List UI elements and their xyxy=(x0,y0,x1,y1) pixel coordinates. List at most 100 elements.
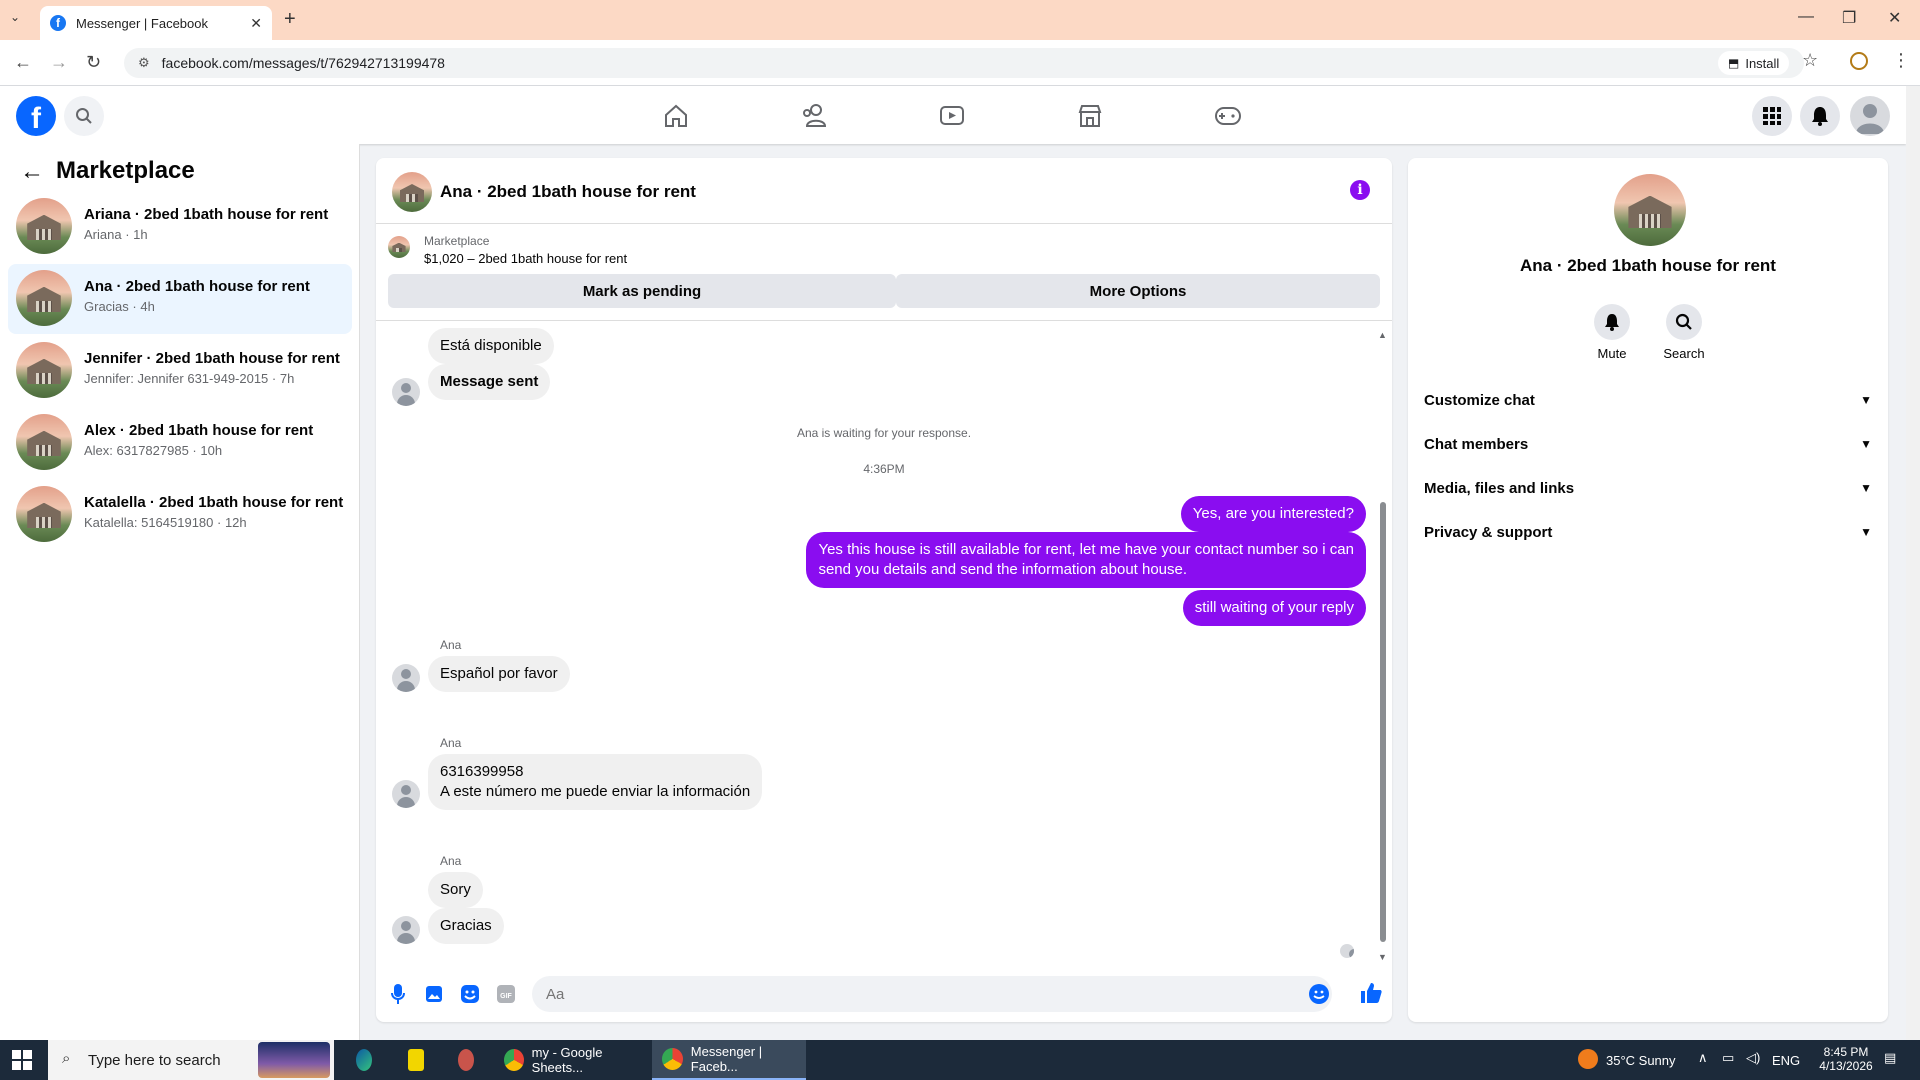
section-label: Customize chat xyxy=(1424,391,1535,409)
browser-menu-icon[interactable]: ⋮ xyxy=(1892,50,1910,71)
friends-icon[interactable] xyxy=(798,100,830,132)
facebook-logo-icon[interactable]: f xyxy=(16,96,56,136)
scroll-thumb[interactable] xyxy=(1380,502,1386,942)
conversation-snippet: Jennifer: Jennifer 631-949-2015 · 7h xyxy=(84,371,295,386)
more-options-button[interactable]: More Options xyxy=(896,274,1380,308)
conversation-name: Jennifer · 2bed 1bath house for rent xyxy=(84,350,340,367)
search-icon xyxy=(1666,304,1702,340)
marketplace-icon[interactable] xyxy=(1074,100,1106,132)
taskbar-app-google-sheets[interactable]: my - Google Sheets... xyxy=(494,1040,644,1080)
customize-chat-section[interactable]: Customize chat ▼ xyxy=(1424,382,1872,418)
message-composer: GIF xyxy=(376,968,1392,1022)
conversation-item-katalella[interactable]: Katalella · 2bed 1bath house for rent Ka… xyxy=(8,480,352,550)
section-label: Media, files and links xyxy=(1424,479,1575,497)
privacy-support-section[interactable]: Privacy & support ▼ xyxy=(1424,514,1872,550)
info-listing-thumbnail xyxy=(1614,174,1686,246)
conversation-item-alex[interactable]: Alex · 2bed 1bath house for rent Alex: 6… xyxy=(8,408,352,478)
windows-start-icon[interactable] xyxy=(12,1050,32,1070)
chevron-down-icon: ▼ xyxy=(1860,525,1872,539)
language-indicator[interactable]: ENG xyxy=(1772,1053,1800,1068)
home-icon[interactable] xyxy=(660,100,692,132)
conversation-item-ana[interactable]: Ana · 2bed 1bath house for rent Gracias … xyxy=(8,264,352,334)
svg-text:GIF: GIF xyxy=(500,993,512,1000)
reload-icon[interactable]: ↻ xyxy=(86,52,101,73)
info-title: Ana · 2bed 1bath house for rent xyxy=(1520,256,1776,275)
taskbar-search-box[interactable]: ⌕ Type here to search xyxy=(48,1040,334,1080)
gaming-icon[interactable] xyxy=(1212,100,1244,132)
like-thumb-icon[interactable] xyxy=(1360,982,1382,1010)
conversation-item-jennifer[interactable]: Jennifer · 2bed 1bath house for rent Jen… xyxy=(8,336,352,406)
facebook-search-icon[interactable] xyxy=(64,96,104,136)
emoji-icon[interactable] xyxy=(1309,984,1329,1004)
divider xyxy=(376,320,1392,321)
volume-icon[interactable]: ◁) xyxy=(1746,1050,1760,1066)
mute-button[interactable]: Mute xyxy=(1582,304,1642,361)
message-sent-notice: Message sent xyxy=(428,364,551,400)
scroll-down-icon[interactable]: ▼ xyxy=(1378,952,1387,962)
message-bubble: Español por favor xyxy=(428,656,570,692)
media-files-links-section[interactable]: Media, files and links ▼ xyxy=(1424,470,1872,506)
app-taskbar-icon[interactable] xyxy=(448,1040,482,1080)
conversation-name: Ana · 2bed 1bath house for rent xyxy=(84,278,310,295)
conversation-info-panel: Ana · 2bed 1bath house for rent Mute Sea… xyxy=(1408,158,1888,1022)
back-arrow-icon[interactable]: ← xyxy=(20,158,44,186)
conversation-snippet: Ariana · 1h xyxy=(84,227,148,242)
page-scrollbar[interactable] xyxy=(1906,86,1920,1040)
conversation-info-icon[interactable]: i xyxy=(1350,180,1370,200)
read-receipt-avatar xyxy=(1340,944,1354,958)
weather-icon[interactable] xyxy=(1578,1049,1598,1069)
install-button[interactable]: ⬒ Install xyxy=(1718,51,1790,75)
network-icon[interactable]: ▭ xyxy=(1722,1050,1734,1066)
sender-name: Ana xyxy=(440,638,462,652)
microphone-icon[interactable] xyxy=(388,984,408,1004)
edge-taskbar-icon[interactable] xyxy=(346,1040,380,1080)
sticky-notes-taskbar-icon[interactable] xyxy=(398,1040,432,1080)
close-tab-icon[interactable]: ✕ xyxy=(250,15,262,32)
window-close-icon[interactable]: ✕ xyxy=(1888,8,1901,28)
weather-text[interactable]: 35°C Sunny xyxy=(1606,1053,1676,1068)
restore-icon[interactable]: ❐ xyxy=(1842,8,1856,28)
install-app-icon: ⬒ xyxy=(1728,56,1740,70)
hidden-icons-chevron-icon[interactable]: ∧ xyxy=(1698,1050,1708,1066)
gif-icon[interactable]: GIF xyxy=(496,984,516,1004)
message-input[interactable] xyxy=(532,976,1332,1012)
account-avatar-icon[interactable] xyxy=(1850,96,1890,136)
url-text: facebook.com/messages/t/762942713199478 xyxy=(161,55,445,71)
tab-list-chevron-icon[interactable]: ⌄ xyxy=(10,10,20,24)
mute-bell-icon xyxy=(1594,304,1630,340)
browser-tab-messenger[interactable]: f Messenger | Facebook ✕ xyxy=(40,6,272,40)
browser-profile-icon[interactable] xyxy=(1850,52,1868,70)
sticker-icon[interactable] xyxy=(460,984,480,1004)
notifications-bell-icon[interactable] xyxy=(1800,96,1840,136)
scroll-up-icon[interactable]: ▲ xyxy=(1378,330,1387,340)
chat-scrollbar[interactable]: ▲ ▼ xyxy=(1377,330,1387,970)
clock[interactable]: 8:45 PM 4/13/2026 xyxy=(1818,1045,1874,1073)
chat-title[interactable]: Ana · 2bed 1bath house for rent xyxy=(440,182,696,202)
avatar xyxy=(392,780,420,808)
tab-title: Messenger | Facebook xyxy=(76,15,208,31)
mark-as-pending-button[interactable]: Mark as pending xyxy=(388,274,896,308)
listing-thumbnail xyxy=(16,270,72,326)
app-icon xyxy=(458,1049,474,1071)
url-bar[interactable]: ⚙ facebook.com/messages/t/76294271319947… xyxy=(124,48,1804,78)
chat-listing-thumbnail[interactable] xyxy=(392,172,432,212)
section-label: Privacy & support xyxy=(1424,523,1553,541)
new-tab-icon[interactable]: + xyxy=(284,8,296,31)
photo-icon[interactable] xyxy=(424,984,444,1004)
search-in-conversation-button[interactable]: Search xyxy=(1654,304,1714,361)
forward-icon[interactable]: → xyxy=(50,52,68,73)
taskbar-app-messenger[interactable]: Messenger | Faceb... xyxy=(652,1040,806,1080)
action-center-icon[interactable]: ▤ xyxy=(1884,1050,1896,1066)
conversation-item-ariana[interactable]: Ariana · 2bed 1bath house for rent Arian… xyxy=(8,192,352,262)
video-icon[interactable] xyxy=(936,100,968,132)
minimize-icon[interactable]: — xyxy=(1798,8,1814,26)
sticky-notes-icon xyxy=(408,1049,424,1071)
banner-price[interactable]: $1,020 – 2bed 1bath house for rent xyxy=(424,251,627,266)
chat-members-section[interactable]: Chat members ▼ xyxy=(1424,426,1872,462)
clock-date: 4/13/2026 xyxy=(1819,1059,1873,1073)
site-info-icon[interactable]: ⚙ xyxy=(138,55,150,71)
menu-grid-icon[interactable] xyxy=(1752,96,1792,136)
back-icon[interactable]: ← xyxy=(14,52,32,73)
bookmark-star-icon[interactable]: ☆ xyxy=(1802,50,1818,71)
conversation-name: Alex · 2bed 1bath house for rent xyxy=(84,422,314,439)
